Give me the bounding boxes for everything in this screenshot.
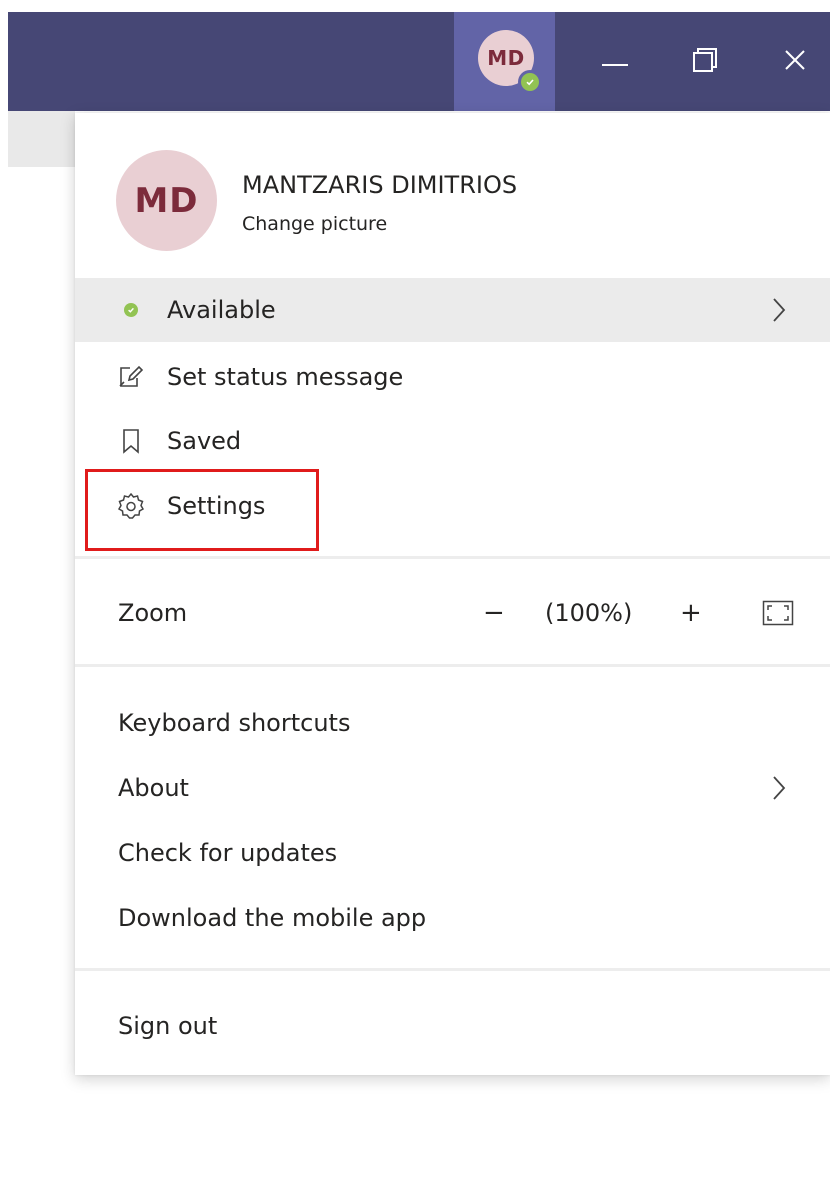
saved-item[interactable]: Saved (75, 409, 830, 473)
minimize-icon (602, 52, 628, 71)
about-item[interactable]: About (75, 756, 830, 820)
status-icon (117, 296, 145, 324)
set-status-message-item[interactable]: Set status message (75, 345, 830, 409)
keyboard-shortcuts-label: Keyboard shortcuts (118, 709, 351, 737)
sign-out-label: Sign out (118, 1012, 218, 1040)
profile-avatar-button[interactable]: MD (454, 12, 555, 111)
keyboard-shortcuts-item[interactable]: Keyboard shortcuts (75, 691, 830, 755)
check-for-updates-label: Check for updates (118, 839, 338, 867)
zoom-out-button[interactable]: − (483, 598, 505, 628)
fit-to-window-icon[interactable] (761, 599, 795, 627)
restore-icon (692, 47, 718, 77)
edit-message-icon (117, 363, 145, 391)
minimize-button[interactable] (580, 12, 650, 111)
zoom-row: Zoom − (100%) + (75, 581, 830, 645)
divider (75, 968, 830, 971)
background-toolbar-strip (8, 111, 75, 167)
zoom-value: (100%) (545, 599, 633, 627)
zoom-label: Zoom (118, 599, 188, 627)
restore-button[interactable] (670, 12, 740, 111)
change-picture-link[interactable]: Change picture (242, 213, 387, 235)
set-status-message-label: Set status message (167, 363, 404, 391)
saved-label: Saved (167, 427, 242, 455)
divider (75, 664, 830, 667)
check-icon (521, 73, 539, 91)
check-for-updates-item[interactable]: Check for updates (75, 821, 830, 885)
download-mobile-app-item[interactable]: Download the mobile app (75, 886, 830, 950)
title-bar: MD (8, 12, 830, 111)
close-icon (784, 49, 806, 75)
status-label: Available (167, 296, 276, 324)
status-menu-item[interactable]: Available (75, 278, 830, 342)
bookmark-icon (117, 427, 145, 455)
chevron-right-icon (769, 295, 789, 325)
profile-avatar[interactable]: MD (116, 150, 217, 251)
about-label: About (118, 774, 189, 802)
available-status-badge (518, 70, 542, 94)
zoom-in-button[interactable]: + (680, 598, 702, 628)
left-edge (0, 0, 8, 1189)
divider (75, 556, 830, 559)
download-mobile-app-label: Download the mobile app (118, 904, 427, 932)
profile-menu: MD MANTZARIS DIMITRIOS Change picture Av… (75, 113, 830, 1075)
close-button[interactable] (760, 12, 830, 111)
settings-highlight-box (85, 469, 319, 551)
sign-out-item[interactable]: Sign out (75, 994, 830, 1058)
profile-name: MANTZARIS DIMITRIOS (242, 171, 518, 199)
chevron-right-icon (769, 773, 789, 803)
